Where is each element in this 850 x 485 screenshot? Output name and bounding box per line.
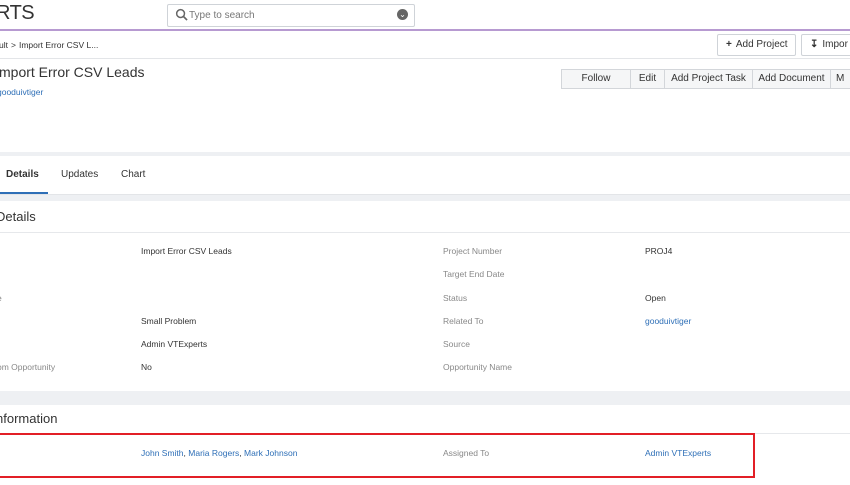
add-project-task-button[interactable]: Add Project Task xyxy=(665,69,753,89)
project-number-label: Project Number xyxy=(443,246,503,256)
status-value: Open xyxy=(645,293,666,303)
add-project-button[interactable]: + Add Project xyxy=(717,34,796,56)
breadcrumb-bar: ult > Import Error CSV L... + Add Project ↧… xyxy=(0,31,850,59)
action-button-group: Follow Edit Add Project Task Add Documen… xyxy=(561,69,850,89)
details-section-title: Details xyxy=(0,209,36,224)
project-name-value: Import Error CSV Leads xyxy=(141,246,232,256)
breadcrumb-module[interactable]: ult xyxy=(0,40,8,50)
breadcrumb: ult > Import Error CSV L... xyxy=(0,40,98,50)
tab-chart[interactable]: Chart xyxy=(121,169,145,180)
from-opportunity-label: om Opportunity xyxy=(0,362,56,372)
more-button[interactable]: M xyxy=(831,69,850,89)
app-logo[interactable]: RTS xyxy=(0,2,35,25)
edit-button[interactable]: Edit xyxy=(631,69,665,89)
breadcrumb-separator-icon: > xyxy=(10,40,16,50)
related-to-label: Related To xyxy=(443,316,484,326)
information-section-title: nformation xyxy=(0,411,58,426)
follow-button[interactable]: Follow xyxy=(561,69,631,89)
field-label: e xyxy=(0,293,2,303)
plus-icon: + xyxy=(726,39,732,50)
top-bar: RTS Type to search ⌄ xyxy=(0,0,850,31)
details-panel: Details Import Error CSV Leads Project N… xyxy=(0,201,850,391)
opportunity-name-label: Opportunity Name xyxy=(443,362,512,372)
global-search[interactable]: Type to search ⌄ xyxy=(167,4,415,27)
project-number-value: PROJ4 xyxy=(645,246,673,256)
status-label: Status xyxy=(443,293,468,303)
source-label: Source xyxy=(443,339,470,349)
section-divider xyxy=(0,232,850,233)
download-icon: ↧ xyxy=(810,39,819,50)
active-tab-indicator xyxy=(0,192,48,194)
tab-bar: Details Updates Chart xyxy=(0,156,850,195)
priority-value: Small Problem xyxy=(141,316,197,326)
record-header: mport Error CSV Leads gooduivtiger Follo… xyxy=(0,59,850,152)
record-subtitle-link[interactable]: gooduivtiger xyxy=(0,87,43,97)
tab-details[interactable]: Details xyxy=(6,169,39,180)
add-document-button[interactable]: Add Document xyxy=(753,69,831,89)
import-button[interactable]: ↧ Impor xyxy=(801,34,850,56)
highlight-box xyxy=(0,433,755,478)
related-to-link[interactable]: gooduivtiger xyxy=(645,316,691,326)
tab-updates[interactable]: Updates xyxy=(61,169,98,180)
owner-value: Admin VTExperts xyxy=(141,339,208,349)
search-icon xyxy=(175,8,188,21)
chevron-down-icon[interactable]: ⌄ xyxy=(397,9,408,20)
search-input[interactable]: Type to search xyxy=(189,10,255,21)
target-end-date-label: Target End Date xyxy=(443,269,505,279)
from-opportunity-value: No xyxy=(141,362,152,372)
record-title: mport Error CSV Leads xyxy=(0,64,145,80)
breadcrumb-current: Import Error CSV L... xyxy=(18,40,99,50)
